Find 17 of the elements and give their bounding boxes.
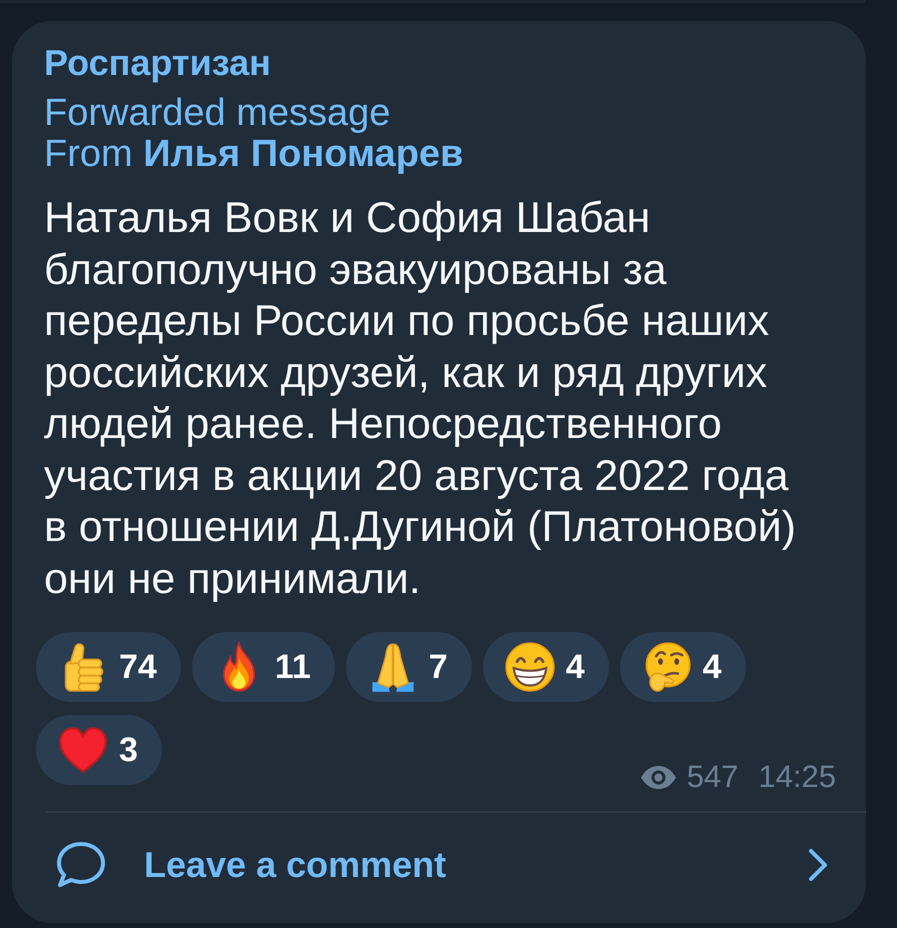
reaction-button[interactable]: 74 xyxy=(36,632,181,702)
reaction-button[interactable]: 4 xyxy=(620,632,746,702)
leave-comment-button[interactable]: Leave a comment xyxy=(12,813,866,923)
forwarded-label: Forwarded message xyxy=(44,93,390,134)
reaction-button[interactable]: 7 xyxy=(346,632,472,702)
message-text: Наталья Вовк и София Шабан благополучно эвакуированы за переделы России по просьбе наших российских друзей, как и ряд других людей ранее. Непосредственного участия в акции 20 августа 2022 года в отношении Д.Дугиной (Платоновой) они не принимали. xyxy=(44,193,797,604)
reaction-button[interactable]: 4 xyxy=(482,632,609,702)
comment-icon xyxy=(55,840,107,890)
grinning-face-icon xyxy=(504,641,556,693)
view-count: 547 xyxy=(686,759,738,795)
channel-name[interactable]: Роспартизан xyxy=(44,42,271,84)
forwarded-from[interactable]: From Илья Пономарев xyxy=(44,134,464,175)
eye-icon xyxy=(640,764,677,790)
reaction-button[interactable]: 11 xyxy=(192,632,335,702)
message-time: 14:25 xyxy=(758,759,836,795)
reaction-button[interactable]: 3 xyxy=(36,715,162,785)
chevron-right-icon xyxy=(808,848,828,882)
